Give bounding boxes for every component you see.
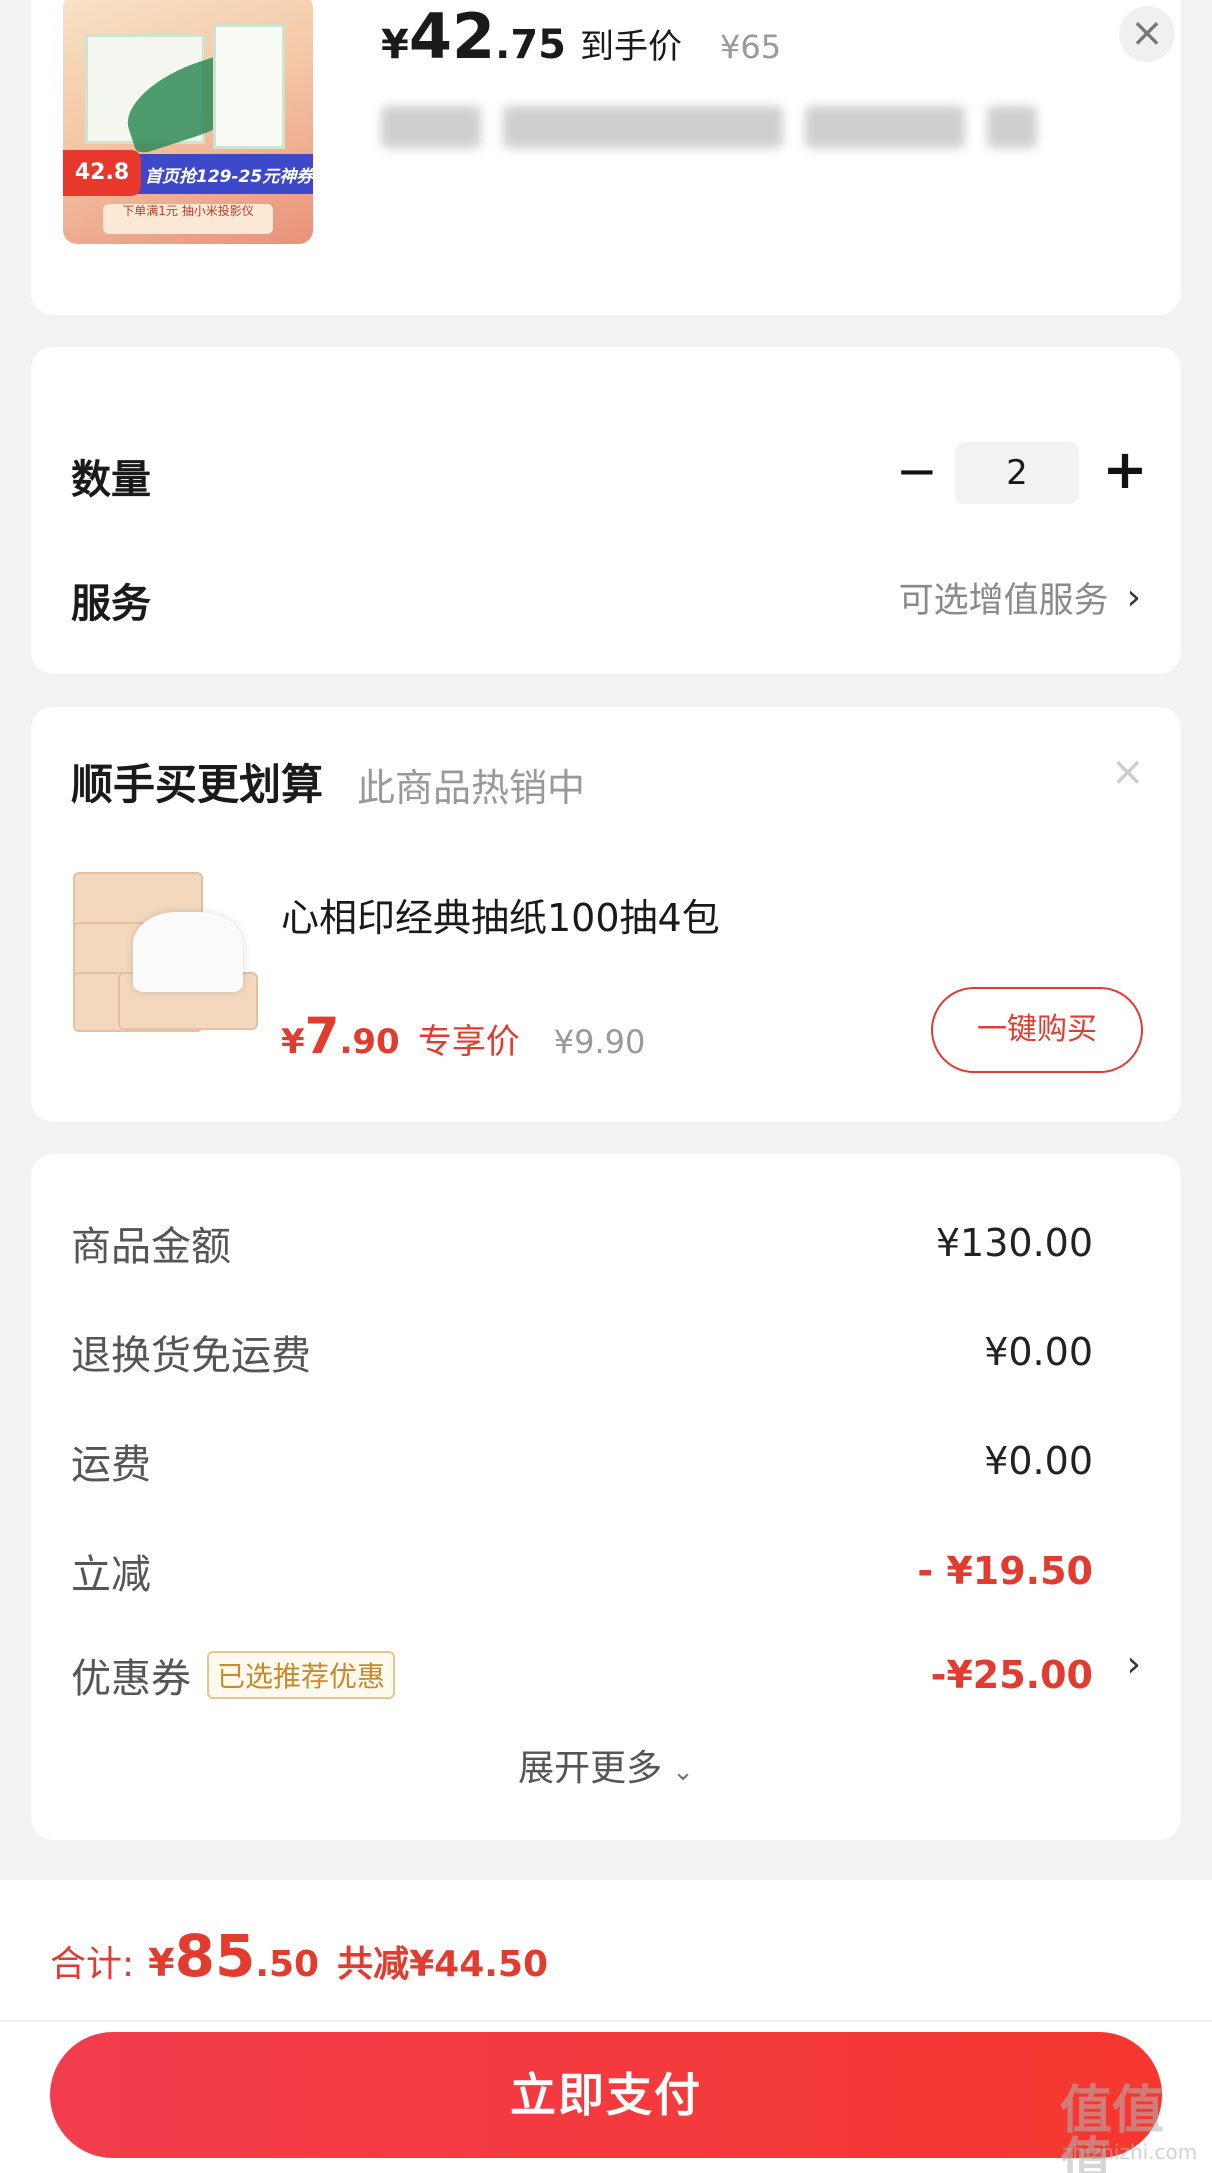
service-selector[interactable]: 可选增值服务 › [899,572,1141,623]
upsell-title: 顺手买更划算 [71,760,324,809]
price-currency: ¥ [381,22,409,68]
expand-more-label: 展开更多 [518,1748,663,1789]
blurred-text-block [503,106,783,148]
one-click-buy-button[interactable]: 一键购买 [931,987,1143,1073]
watermark-site: zhizhizhi.com [1062,2140,1198,2164]
price-label: 到手价 [579,27,682,67]
upsell-item-name: 心相印经典抽纸100抽4包 [281,896,720,940]
close-icon[interactable]: × [1119,6,1175,62]
original-price: ¥9.90 [553,1023,646,1061]
image-badge-price: 42.8 [63,150,141,196]
summary-row-return-shipping: 退换货免运费 ¥0.00 [71,1323,1093,1381]
tissue-product-image[interactable] [73,872,273,1032]
blurred-text-block [381,106,481,148]
price-label: 专享价 [417,1022,520,1062]
service-link-text: 可选增值服务 [898,581,1109,621]
pay-now-button[interactable]: 立即支付 [50,2032,1162,2158]
summary-label: 商品金额 [71,1224,231,1270]
price-decimal: .75 [495,22,566,68]
coupon-value: -¥25.00 [930,1653,1093,1697]
product-card: 42.8 首页抢129-25元神券 下单满1元 抽小米投影仪 ¥ 42 .75 … [31,0,1181,315]
blurred-text-block [805,106,965,148]
summary-value: ¥130.00 [935,1221,1093,1265]
original-price: ¥65 [719,28,782,66]
chevron-right-icon: › [1126,577,1141,618]
product-price: ¥ 42 .75 到手价 ¥65 [381,0,781,73]
options-card: 数量 − 2 + 服务 可选增值服务 › [31,347,1181,674]
service-label: 服务 [71,581,151,627]
tissue-sheet-graphic [133,912,243,992]
total-currency: ¥ [148,1941,175,1985]
blurred-product-info [381,106,1037,148]
chevron-right-icon[interactable]: › [1127,1644,1141,1685]
total-decimal: .50 [255,1944,320,1985]
upsell-card: 顺手买更划算 此商品热销中 × 心相印经典抽纸100抽4包 ¥ 7 .90 专享… [31,707,1181,1122]
price-integer: 7 [304,1007,340,1065]
coupon-tag: 已选推荐优惠 [207,1651,396,1699]
discount-value: - ¥19.50 [917,1549,1093,1593]
milk-carton-image [213,24,285,149]
total-integer: 85 [174,1922,256,1990]
image-promo-text: 下单满1元 抽小米投影仪 [103,204,273,234]
price-decimal: .90 [339,1022,400,1062]
divider [0,2020,1212,2022]
coupon-label-group: 优惠券 已选推荐优惠 [71,1646,396,1704]
price-currency: ¥ [281,1022,305,1062]
close-icon[interactable]: × [1111,749,1145,795]
quantity-increase-button[interactable]: + [1099,443,1151,497]
summary-row-shipping: 运费 ¥0.00 [71,1432,1093,1490]
summary-label: 退换货免运费 [71,1333,311,1379]
total-label: 合计: [50,1944,135,1985]
chevron-down-icon: ⌄ [672,1757,694,1787]
summary-row-discount: 立减 - ¥19.50 [71,1542,1093,1600]
quantity-input[interactable]: 2 [955,442,1079,504]
summary-label: 优惠券 [71,1656,191,1702]
checkout-bar: 合计: ¥ 85 .50 共减¥44.50 立即支付 [0,1880,1212,2173]
summary-row-coupon[interactable]: 优惠券 已选推荐优惠 -¥25.00 [71,1646,1093,1704]
quantity-decrease-button[interactable]: − [891,446,943,499]
price-summary-card: 商品金额 ¥130.00 退换货免运费 ¥0.00 运费 ¥0.00 立减 - … [31,1154,1181,1840]
upsell-item-price: ¥ 7 .90 专享价 ¥9.90 [281,1007,645,1065]
image-banner-text: 首页抢129-25元神券 [145,167,313,187]
summary-label: 运费 [71,1442,151,1488]
summary-value: ¥0.00 [984,1439,1093,1483]
expand-more-button[interactable]: 展开更多 ⌄ [31,1739,1181,1791]
total-saved: 共减¥44.50 [337,1944,549,1985]
total-amount: 合计: ¥ 85 .50 共减¥44.50 [50,1922,548,1990]
price-integer: 42 [408,0,496,73]
summary-label: 立减 [71,1552,151,1598]
product-image[interactable]: 42.8 首页抢129-25元神券 下单满1元 抽小米投影仪 [63,0,313,244]
summary-value: ¥0.00 [984,1330,1093,1374]
blurred-text-block [987,106,1037,148]
quantity-label: 数量 [71,457,151,503]
summary-row-subtotal: 商品金额 ¥130.00 [71,1214,1093,1272]
upsell-subtitle: 此商品热销中 [357,766,586,810]
